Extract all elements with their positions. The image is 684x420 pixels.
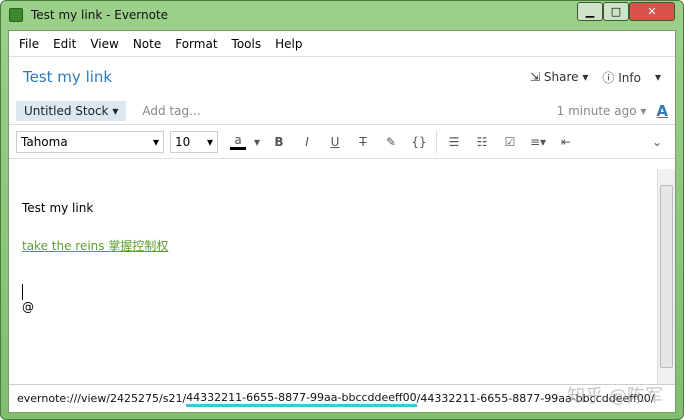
- strikethrough-icon[interactable]: T: [352, 135, 374, 149]
- bold-icon[interactable]: B: [268, 135, 290, 149]
- info-button[interactable]: ⓘ Info: [602, 69, 641, 86]
- at-symbol: @: [22, 300, 34, 314]
- underline-icon[interactable]: U: [324, 135, 346, 149]
- note-title[interactable]: Test my link: [23, 68, 112, 86]
- maximize-button[interactable]: □: [603, 2, 629, 21]
- menubar: File Edit View Note Format Tools Help: [9, 31, 675, 57]
- window-title: Test my link - Evernote: [31, 8, 169, 22]
- outdent-icon[interactable]: ⇤: [555, 135, 577, 149]
- highlight-icon[interactable]: ✎: [380, 135, 402, 149]
- tag-row: Untitled Stock ▾ Add tag... 1 minute ago…: [9, 97, 675, 125]
- text-cursor: [22, 284, 23, 300]
- italic-icon[interactable]: I: [296, 135, 318, 149]
- note-body[interactable]: Test my link take the reins 掌握控制权 @: [9, 187, 657, 384]
- menu-tools[interactable]: Tools: [232, 37, 262, 51]
- evernote-icon: [9, 8, 23, 22]
- info-icon: ⓘ: [602, 70, 615, 85]
- text-color-dropdown[interactable]: ▾: [252, 135, 262, 149]
- more-menu-icon[interactable]: ▾: [655, 70, 661, 84]
- align-icon[interactable]: ≡▾: [527, 135, 549, 149]
- note-guid-highlight: 44332211-6655-8877-99aa-bbccddeeff00: [186, 391, 417, 407]
- share-icon: ⇲: [530, 70, 541, 84]
- watermark: 知乎 @陈军: [567, 386, 663, 407]
- menu-format[interactable]: Format: [175, 37, 217, 51]
- scrollbar-thumb[interactable]: [660, 185, 673, 368]
- menu-file[interactable]: File: [19, 37, 39, 51]
- share-button[interactable]: ⇲ Share ▾: [530, 70, 588, 84]
- font-select[interactable]: Tahoma ▾: [16, 130, 164, 153]
- menu-note[interactable]: Note: [133, 37, 161, 51]
- note-link[interactable]: take the reins 掌握控制权: [22, 237, 168, 254]
- format-toolbar: Tahoma ▾ 10 ▾ a ▾ B I U T ✎ {} ☰ ☷ ☑ ≡▾ ⇤ ⌄: [9, 125, 675, 159]
- updated-time[interactable]: 1 minute ago ▾: [557, 104, 647, 118]
- note-header: Test my link ⇲ Share ▾ ⓘ Info ▾: [9, 57, 675, 97]
- menu-edit[interactable]: Edit: [53, 37, 76, 51]
- expand-toolbar-icon[interactable]: ⌄: [646, 135, 668, 149]
- divider: [436, 130, 437, 153]
- main-area: File Edit View Note Format Tools Help Te…: [8, 30, 676, 413]
- numbered-list-icon[interactable]: ☷: [471, 135, 493, 149]
- add-tag-input[interactable]: Add tag...: [142, 104, 200, 118]
- text-color-icon[interactable]: a: [230, 133, 246, 150]
- note-text: Test my link: [22, 201, 94, 215]
- notebook-selector[interactable]: Untitled Stock ▾: [16, 100, 127, 121]
- window: Test my link - Evernote ▁ □ ✕ File Edit …: [0, 0, 684, 420]
- close-button[interactable]: ✕: [629, 2, 675, 21]
- menu-help[interactable]: Help: [275, 37, 302, 51]
- scrollbar[interactable]: [657, 169, 675, 384]
- checkbox-icon[interactable]: ☑: [499, 135, 521, 149]
- bullet-list-icon[interactable]: ☰: [443, 135, 465, 149]
- code-block-icon[interactable]: {}: [408, 135, 430, 149]
- minimize-button[interactable]: ▁: [577, 2, 603, 21]
- font-settings-icon[interactable]: A: [656, 102, 668, 120]
- size-select[interactable]: 10 ▾: [170, 130, 218, 153]
- menu-view[interactable]: View: [90, 37, 118, 51]
